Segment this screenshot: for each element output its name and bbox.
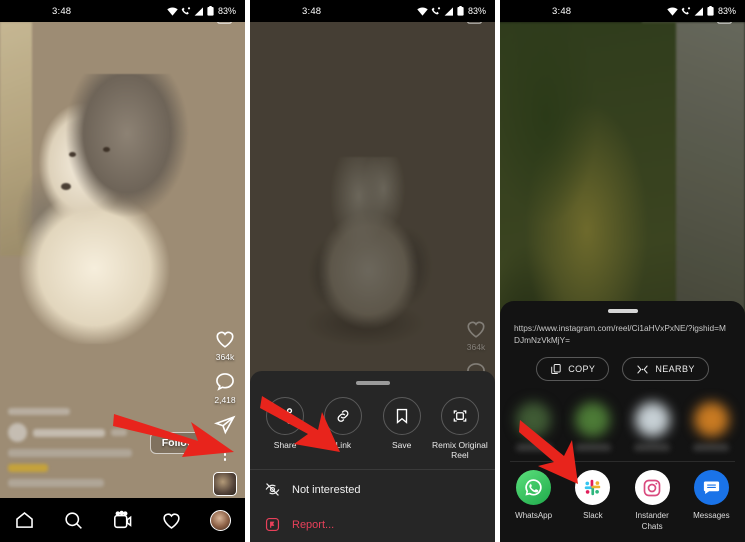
contact-name-redacted [693,444,730,452]
contact-suggestion[interactable] [683,402,739,452]
audio-thumbnail[interactable] [213,472,237,496]
caption-line-redacted [8,479,104,487]
username-redacted [33,428,105,437]
nav-home-button[interactable] [14,510,35,531]
copy-label: COPY [568,364,596,375]
tutorial-screenshot-strip: 3:48 83% Follow 364k 2,418 3:48 83% 364k… [0,0,745,542]
sheet-drag-handle[interactable] [355,381,390,385]
messages-label: Messages [693,511,730,521]
sheet-drag-handle[interactable] [607,309,638,314]
battery-percent: 83% [717,6,736,16]
shared-url-preview: https://www.instagram.com/reel/Ci1aHVxPx… [514,323,726,346]
status-icons: 83% [167,6,236,16]
arrow-to-share-action [260,396,340,452]
battery-percent: 83% [467,6,486,16]
wifi-icon [167,7,178,16]
save-action-circle [382,396,421,435]
wifi-icon [417,7,428,16]
nav-profile-button[interactable] [210,509,231,531]
audio-title-redacted [8,408,70,415]
search-icon [65,511,82,529]
caption-hashtag-redacted [8,464,48,472]
copy-icon [551,364,561,375]
status-time: 3:48 [52,5,72,17]
home-icon [16,511,33,528]
battery-icon [457,6,464,16]
contact-avatar [693,402,729,438]
bookmark-icon [396,408,407,424]
panel-reel-options: 3:48 83% 364k Share Link Save Remix Orig… [250,0,495,542]
remix-action-circle [440,396,479,435]
profile-avatar [210,509,231,531]
share-target-messages[interactable]: Messages [683,470,739,532]
status-time: 3:48 [302,5,322,17]
share-sheet-button-row: COPY NEARBY [500,346,745,394]
wifi-icon [667,7,678,16]
signal-icon [694,6,703,16]
comment-icon [216,373,234,392]
status-icons: 83% [667,6,736,16]
nav-activity-button[interactable] [161,510,182,531]
panel-instagram-reel: 3:48 83% Follow 364k 2,418 [0,0,245,542]
signal-icon [194,6,203,16]
save-action-label: Save [391,439,412,450]
status-icons: 83% [417,6,486,16]
save-action-button[interactable]: Save [374,396,430,461]
heart-icon [467,321,485,338]
remix-action-label: Remix Original Reel [432,439,488,461]
call-icon [181,6,191,14]
battery-icon [707,6,714,16]
instander-icon [634,470,670,506]
remix-icon [453,410,467,422]
messages-icon [693,470,729,506]
nearby-label: NEARBY [655,364,695,375]
status-time: 3:48 [552,5,572,17]
heart-icon [163,512,180,529]
like-count: 364k [466,342,486,352]
scene-puppy-eye [102,146,110,152]
not-interested-row[interactable]: Not interested [250,472,495,507]
remix-action-button[interactable]: Remix Original Reel [432,396,488,461]
scene-puppy [17,74,189,345]
like-button: 364k [465,318,487,352]
heart-icon [216,331,234,348]
bottom-navigation [0,498,245,542]
scene-puppy-eye [68,152,76,157]
share-target-instander[interactable]: Instander Chats [624,470,680,532]
contact-name-redacted [634,444,671,452]
instander-label: Instander Chats [635,511,669,531]
status-bar: 3:48 83% [250,0,495,22]
call-icon [681,6,691,14]
arrow-to-more-options [113,414,234,457]
status-bar: 3:48 83% [500,0,745,22]
battery-percent: 83% [217,6,236,16]
contact-avatar [634,402,670,438]
nav-reels-button[interactable] [112,510,133,531]
battery-icon [207,6,214,16]
report-label: Report... [292,518,335,531]
like-count: 364k [215,352,235,363]
whatsapp-label: WhatsApp [515,511,553,521]
report-icon [265,517,280,532]
nearby-share-icon [637,365,649,374]
sheet-divider [250,469,495,470]
panel-android-share-sheet: 3:48 83% https://www.instagram.com/reel/… [500,0,745,542]
slack-label: Slack [583,511,603,521]
call-icon [431,6,441,14]
like-button[interactable]: 364k [214,328,236,362]
nav-search-button[interactable] [63,510,84,531]
signal-icon [444,6,453,16]
arrow-to-whatsapp [519,420,578,484]
copy-button[interactable]: COPY [536,357,610,382]
avatar [8,423,27,442]
report-row[interactable]: Report... [250,507,495,542]
not-interested-label: Not interested [292,483,361,496]
nearby-button[interactable]: NEARBY [622,357,709,382]
status-bar: 3:48 83% [0,0,245,22]
contact-suggestion[interactable] [624,402,680,452]
reels-icon [114,510,132,528]
eye-off-icon [265,483,280,496]
